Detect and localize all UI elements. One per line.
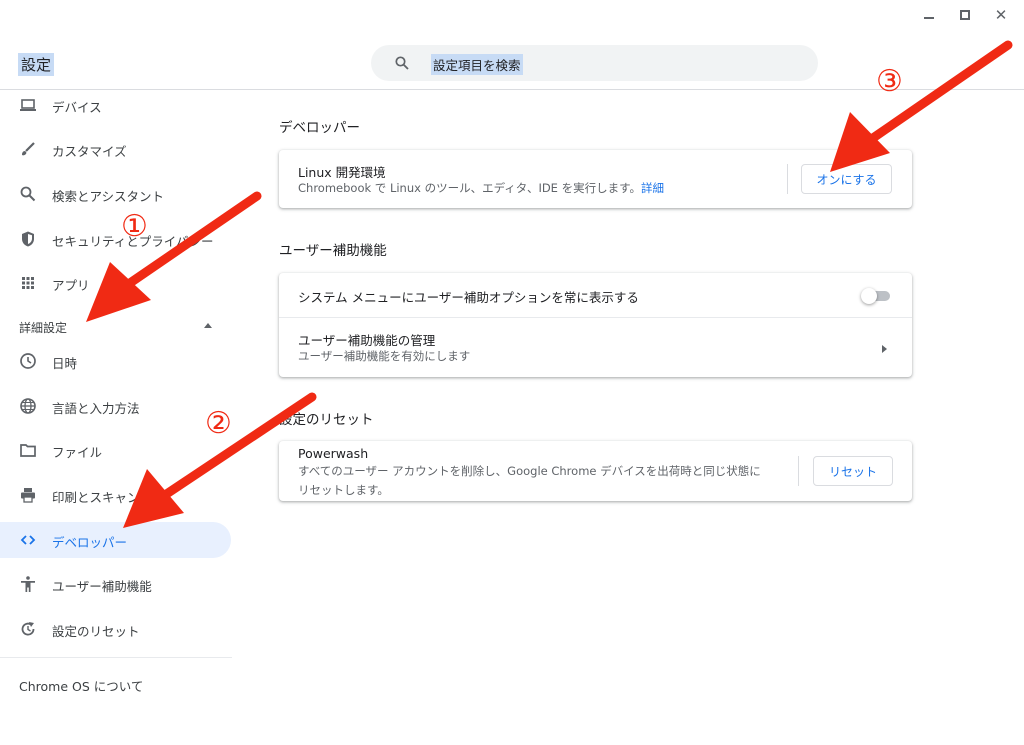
- sidebar-item-label: 検索とアシスタント: [52, 189, 165, 204]
- brush-icon: [22, 142, 35, 156]
- sidebar-item-datetime[interactable]: 日時: [0, 343, 231, 379]
- sidebar-item-label: ユーザー補助機能: [52, 579, 152, 594]
- apps-grid-icon: [22, 277, 34, 289]
- accessibility-icon: [21, 576, 35, 592]
- step-2-marker: ②: [205, 406, 232, 441]
- linux-turn-on-button[interactable]: オンにする: [801, 164, 892, 194]
- sidebar-item-apps[interactable]: アプリ: [0, 265, 231, 301]
- printer-icon: [21, 488, 35, 503]
- accessibility-menu-option-label: システム メニューにユーザー補助オプションを常に表示する: [298, 290, 639, 305]
- sidebar-item-search[interactable]: 検索とアシスタント: [0, 176, 231, 212]
- reset-section-title: 設定のリセット: [279, 412, 374, 428]
- powerwash-subtitle-line2: リセットします。: [298, 483, 389, 497]
- title-bar: 設定 ✕ 設定項目を検索: [0, 0, 1024, 90]
- globe-icon: [20, 398, 36, 414]
- sidebar-item-device[interactable]: デバイス: [0, 87, 231, 123]
- reset-icon: [21, 622, 35, 636]
- powerwash-title: Powerwash: [298, 446, 369, 461]
- sidebar-item-label: アプリ: [52, 278, 90, 293]
- sidebar-item-customize[interactable]: カスタマイズ: [0, 131, 231, 167]
- learn-more-link[interactable]: 詳細: [641, 181, 664, 195]
- step-1-marker: ①: [121, 209, 148, 244]
- about-chrome-os-link[interactable]: Chrome OS について: [19, 676, 143, 695]
- chevron-up-icon[interactable]: [204, 323, 212, 328]
- search-icon: [395, 56, 409, 70]
- manage-accessibility-row[interactable]: ユーザー補助機能の管理 ユーザー補助機能を有効にします: [279, 318, 912, 377]
- laptop-icon: [20, 99, 36, 111]
- sidebar: デバイス カスタマイズ 検索とアシスタント セキュリティとプライバシー アプリ …: [0, 91, 240, 745]
- developer-section-title: デベロッパー: [279, 120, 360, 136]
- linux-subtitle: Chromebook で Linux のツール、エディタ、IDE を実行します。…: [298, 179, 664, 197]
- search-placeholder: 設定項目を検索: [431, 54, 523, 75]
- minimize-icon: [924, 17, 934, 19]
- powerwash-reset-button[interactable]: リセット: [813, 456, 893, 486]
- step-3-marker: ③: [876, 64, 903, 99]
- sidebar-item-reset[interactable]: 設定のリセット: [0, 611, 231, 647]
- sidebar-item-language[interactable]: 言語と入力方法: [0, 388, 231, 424]
- folder-icon: [20, 444, 36, 457]
- sidebar-item-accessibility[interactable]: ユーザー補助機能: [0, 566, 231, 602]
- sidebar-item-label: カスタマイズ: [52, 144, 127, 159]
- app-title: 設定: [18, 53, 55, 76]
- vertical-separator: [787, 164, 788, 194]
- linux-card: Linux 開発環境 Chromebook で Linux のツール、エディタ、…: [279, 150, 912, 208]
- search-input[interactable]: 設定項目を検索: [371, 45, 818, 81]
- sidebar-item-printing[interactable]: 印刷とスキャン: [0, 477, 231, 513]
- accessibility-section-title: ユーザー補助機能: [279, 243, 387, 259]
- window-controls: ✕: [920, 6, 1010, 24]
- sidebar-item-label: ファイル: [52, 445, 103, 460]
- sidebar-item-security[interactable]: セキュリティとプライバシー: [0, 221, 231, 257]
- clock-icon: [20, 353, 36, 369]
- accessibility-card: システム メニューにユーザー補助オプションを常に表示する ユーザー補助機能の管理…: [279, 273, 912, 377]
- sidebar-item-developer[interactable]: デベロッパー: [0, 522, 231, 558]
- advanced-header[interactable]: 詳細設定: [19, 319, 67, 336]
- powerwash-subtitle-line1: すべてのユーザー アカウントを削除し、Google Chrome デバイスを出荷…: [298, 464, 761, 478]
- close-button[interactable]: ✕: [992, 6, 1010, 24]
- sidebar-item-label: 設定のリセット: [52, 624, 140, 639]
- maximize-icon: [960, 10, 970, 20]
- toggle-knob[interactable]: [861, 288, 877, 304]
- manage-accessibility-subtitle: ユーザー補助機能を有効にします: [298, 349, 471, 363]
- sidebar-item-files[interactable]: ファイル: [0, 432, 231, 468]
- sidebar-item-label: デバイス: [52, 100, 102, 115]
- sidebar-item-label: 言語と入力方法: [52, 401, 140, 416]
- sidebar-item-label: 印刷とスキャン: [52, 490, 140, 505]
- powerwash-card: Powerwash すべてのユーザー アカウントを削除し、Google Chro…: [279, 441, 912, 501]
- maximize-button[interactable]: [956, 6, 974, 24]
- chevron-right-icon: [882, 345, 887, 353]
- vertical-separator: [798, 456, 799, 486]
- linux-description: Chromebook で Linux のツール、エディタ、IDE を実行します。: [298, 181, 641, 195]
- search-icon: [20, 186, 36, 202]
- close-icon: ✕: [994, 6, 1008, 24]
- shield-icon: [22, 231, 34, 247]
- sidebar-divider: [0, 657, 232, 658]
- sidebar-item-label: デベロッパー: [52, 535, 128, 550]
- code-icon: [20, 535, 36, 545]
- sidebar-item-label: 日時: [52, 356, 78, 371]
- minimize-button[interactable]: [920, 6, 938, 24]
